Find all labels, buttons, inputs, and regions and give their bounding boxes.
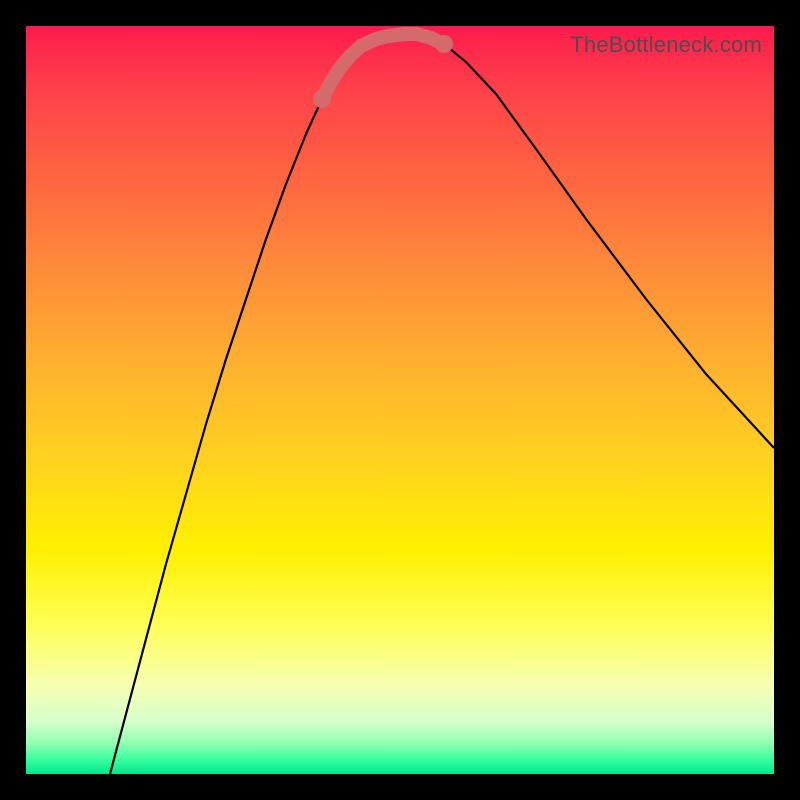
series-highlight-band xyxy=(322,34,444,99)
chart-plot-area: TheBottleneck.com xyxy=(26,26,774,774)
chart-overlay-svg xyxy=(26,26,774,774)
highlight-end-dot xyxy=(435,35,453,53)
series-main-curve xyxy=(110,32,774,774)
chart-frame: TheBottleneck.com xyxy=(0,0,800,800)
highlight-start-dot xyxy=(313,90,331,108)
